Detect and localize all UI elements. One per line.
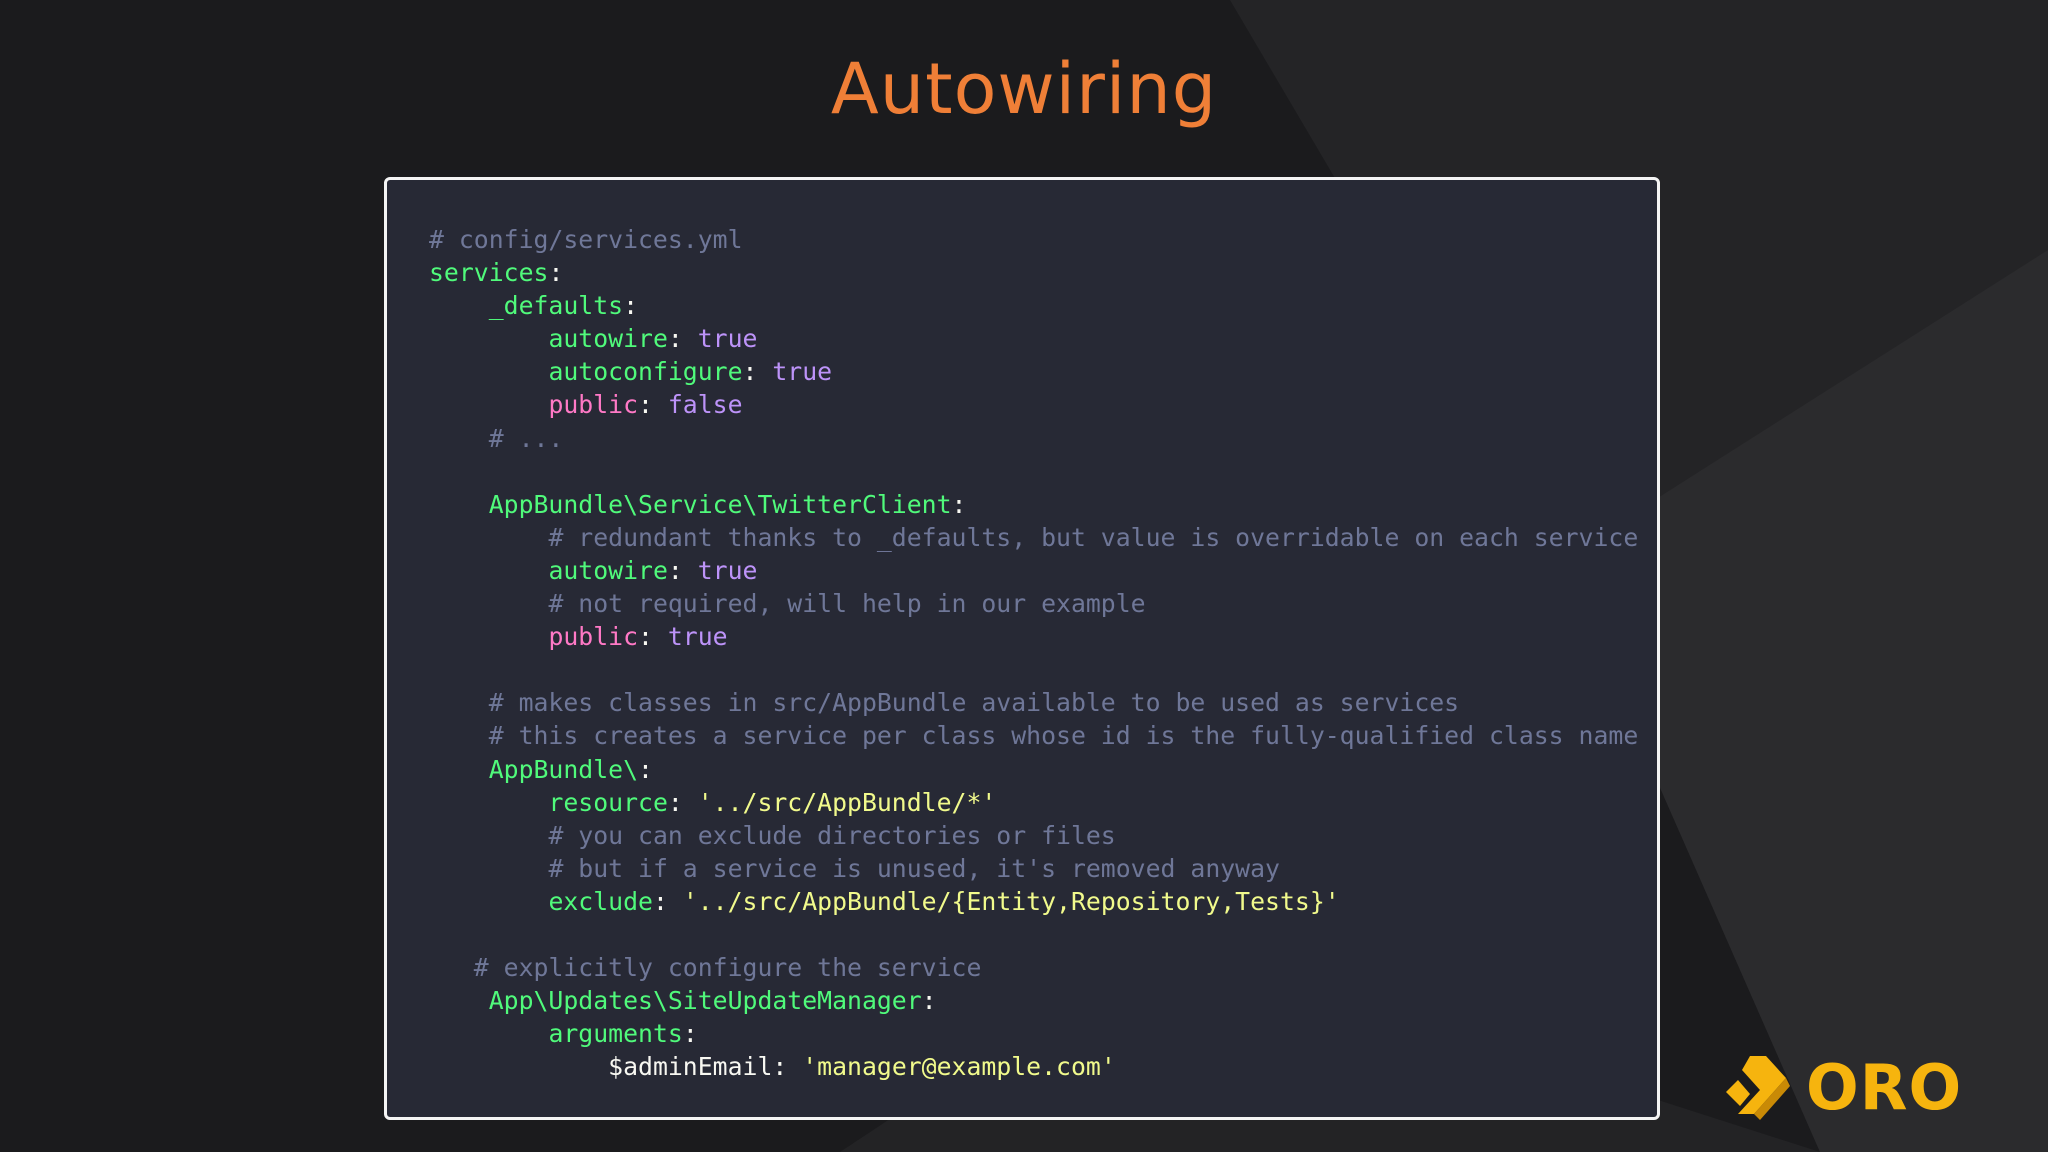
code-line: arguments: (429, 1017, 1638, 1050)
code-line: App\Updates\SiteUpdateManager: (429, 984, 1638, 1017)
code-token-key: exclude (548, 886, 653, 916)
code-token-comment: # you can exclude directories or files (548, 820, 1116, 850)
code-token-punct: : (772, 1052, 803, 1082)
code-token-comment: # redundant thanks to _defaults, but val… (548, 522, 1639, 552)
code-token-punct: : (667, 555, 698, 585)
code-line: AppBundle\Service\TwitterClient: (429, 488, 1638, 521)
code-token-string: '../src/AppBundle/{Entity,Repository,Tes… (682, 886, 1340, 916)
code-token-string: '../src/AppBundle/*' (697, 787, 997, 817)
code-token-punct: : (638, 754, 653, 784)
code-token-key: resource (548, 787, 668, 817)
code-token-comment: # config/services.yml (429, 225, 743, 254)
code-line: # redundant thanks to _defaults, but val… (429, 521, 1638, 554)
code-token-bool: true (697, 324, 758, 354)
code-line: # this creates a service per class whose… (429, 719, 1639, 752)
code-line: # makes classes in src/AppBundle availab… (429, 686, 1638, 719)
code-lines: # config/services.yml services: _defaults… (429, 223, 1638, 1083)
code-line: autoconfigure: true (429, 355, 1638, 388)
code-token-key: autowire (548, 555, 668, 585)
code-line: services: (429, 256, 1638, 289)
code-token-punct: : (951, 489, 967, 519)
code-line: # ... (429, 422, 1638, 455)
code-token-punct: : (652, 886, 683, 916)
code-token-key: autowire (548, 324, 668, 354)
code-token-comment: # but if a service is unused, it's remov… (548, 853, 1280, 883)
code-token-punct: : (638, 390, 668, 420)
code-panel: # config/services.yml services: _defaults… (384, 177, 1660, 1120)
code-token-punct: : (667, 787, 698, 817)
code-line: # config/services.yml (429, 223, 1638, 256)
code-line: autowire: true (429, 554, 1638, 587)
code-token-key: AppBundle\Service\TwitterClient (488, 489, 952, 519)
slide-title: Autowiring (830, 48, 1218, 130)
code-token-punct: : (742, 357, 773, 387)
code-token-bool: true (772, 357, 833, 387)
code-token-key: AppBundle\ (488, 754, 639, 784)
code-token-punct: : (921, 986, 937, 1016)
code-token-bool: true (667, 622, 728, 652)
code-token-plain: $adminEmail (608, 1052, 773, 1082)
code-line: # you can exclude directories or files (429, 819, 1638, 852)
code-token-punct: : (623, 291, 639, 321)
code-token-comment: # ... (488, 423, 564, 453)
code-line: exclude: '../src/AppBundle/{Entity,Repos… (429, 885, 1638, 918)
code-line: autowire: true (429, 322, 1638, 355)
code-token-pink: public (548, 622, 639, 652)
code-token-bool: false (667, 390, 743, 420)
code-token-pink: public (548, 390, 639, 420)
code-token-punct: : (638, 622, 668, 652)
code-token-comment: # makes classes in src/AppBundle availab… (488, 688, 1460, 718)
oro-logo: ORO (1720, 1050, 1961, 1125)
code-line: AppBundle\: (429, 753, 1638, 786)
code-token-key: services (429, 258, 549, 288)
oro-logo-text: ORO (1806, 1051, 1963, 1124)
code-token-key: autoconfigure (548, 357, 743, 387)
code-token-string: 'manager@example.com' (802, 1052, 1116, 1082)
code-line: $adminEmail: 'manager@example.com' (429, 1050, 1638, 1083)
code-line: resource: '../src/AppBundle/*' (429, 786, 1638, 819)
code-token-comment: # explicitly configure the service (473, 953, 982, 983)
code-token-key: arguments (548, 1019, 683, 1049)
oro-logo-mark-icon (1726, 1056, 1790, 1120)
code-line: _defaults: (429, 289, 1638, 322)
code-token-key: App\Updates\SiteUpdateManager (488, 986, 922, 1016)
code-line: # not required, will help in our example (429, 587, 1638, 620)
code-token-comment: # not required, will help in our example (548, 589, 1146, 619)
code-token-bool: true (697, 555, 758, 585)
code-line: # explicitly configure the service (429, 951, 1638, 984)
code-token-punct: : (682, 1019, 698, 1049)
code-token-punct: : (667, 324, 698, 354)
code-token-key: _defaults (488, 291, 624, 321)
code-token-punct: : (548, 258, 564, 288)
code-line: # but if a service is unused, it's remov… (429, 852, 1638, 885)
code-token-comment: # this creates a service per class whose… (488, 721, 1639, 751)
code-line: public: false (429, 388, 1638, 421)
code-line: public: true (429, 620, 1638, 653)
